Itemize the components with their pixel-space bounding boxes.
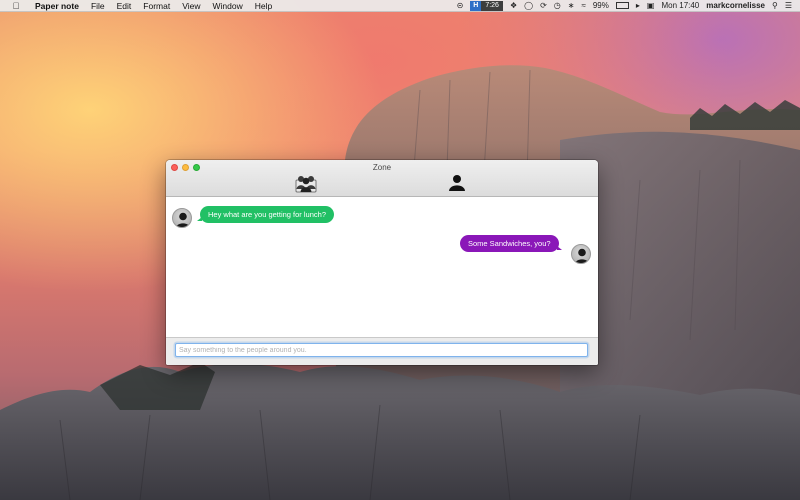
clock-datetime[interactable]: Mon 17:40 [661, 0, 699, 12]
chat-window: Zone Hey what are you getting for lunch?… [166, 160, 598, 365]
status-area: ⊝ H 7:26 ❖ ◯ ⟳ ◷ ∗ ≈ 99% ▸ ▣ Mon 17:40 m… [457, 0, 800, 12]
menu-app-name[interactable]: Paper note [29, 0, 85, 12]
menu-bar:  Paper note File Edit Format View Windo… [0, 0, 800, 12]
message-input[interactable] [175, 343, 588, 357]
sync-icon[interactable]: ⟳ [540, 0, 547, 12]
notification-center-icon[interactable]: ☰ [785, 0, 792, 12]
menu-window[interactable]: Window [207, 0, 249, 12]
timer-badge[interactable]: H 7:26 [470, 0, 503, 11]
notification-icon[interactable]: ▣ [647, 0, 655, 12]
battery-level[interactable]: 99% [593, 0, 609, 12]
group-people-icon[interactable] [295, 173, 317, 193]
chat-transcript[interactable]: Hey what are you getting for lunch? Some… [166, 197, 598, 337]
menu-file[interactable]: File [85, 0, 111, 12]
compose-bar [166, 337, 598, 365]
sender-avatar [172, 208, 192, 228]
window-titlebar[interactable]: Zone [166, 160, 598, 197]
spotlight-icon[interactable]: ⚲ [772, 0, 778, 12]
menu-edit[interactable]: Edit [111, 0, 138, 12]
battery-icon[interactable] [615, 2, 629, 9]
menu-format[interactable]: Format [137, 0, 176, 12]
window-title: Zone [372, 163, 392, 172]
messages-icon[interactable]: ◯ [524, 0, 533, 12]
menu-help[interactable]: Help [249, 0, 278, 12]
bluetooth-icon[interactable]: ∗ [568, 0, 575, 12]
apple-icon[interactable]:  [9, 1, 23, 11]
wifi-icon[interactable]: ≈ [581, 0, 585, 12]
timer-badge-time: 7:26 [481, 0, 503, 11]
menu-view[interactable]: View [176, 0, 206, 12]
timer-badge-letter: H [470, 0, 482, 11]
outgoing-message: Some Sandwiches, you? [460, 235, 562, 252]
volume-icon[interactable]: ▸ [636, 0, 640, 12]
incoming-message: Hey what are you getting for lunch? [197, 206, 334, 223]
do-not-disturb-icon[interactable]: ⊝ [457, 0, 464, 12]
own-avatar [571, 244, 591, 264]
time-machine-icon[interactable]: ◷ [554, 0, 561, 12]
user-name[interactable]: markcornelisse [706, 0, 765, 12]
person-icon[interactable] [446, 173, 468, 193]
dropbox-icon[interactable]: ❖ [510, 0, 517, 12]
